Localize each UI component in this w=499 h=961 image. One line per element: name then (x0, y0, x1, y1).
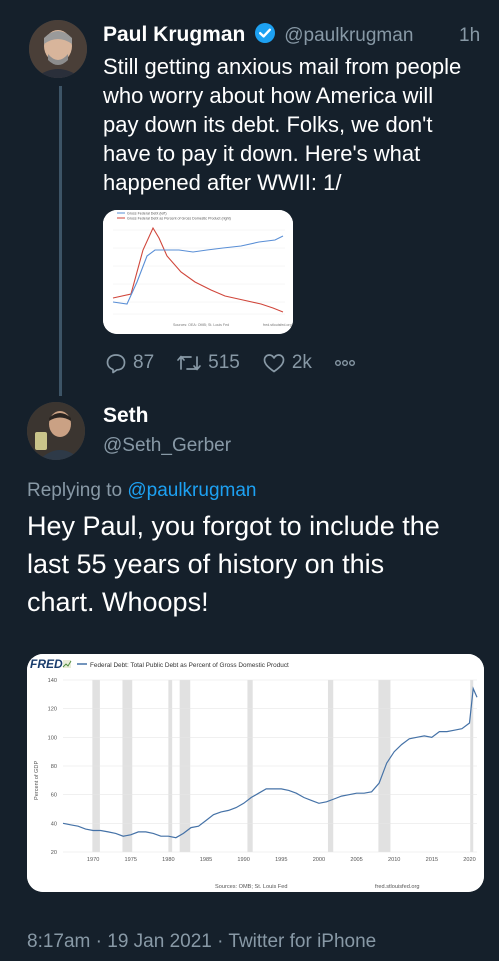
x-tick-label: 2005 (350, 857, 362, 863)
tweet-actions: 87 515 2k (105, 350, 378, 376)
tweet-time[interactable]: 1h (459, 25, 480, 47)
like-count: 2k (291, 352, 312, 373)
x-tick-label: 2015 (426, 857, 438, 863)
x-tick-label: 2000 (313, 857, 325, 863)
y-tick-label: 20 (51, 850, 57, 856)
replying-to-link[interactable]: @paulkrugman (127, 480, 256, 501)
y-tick-label: 140 (48, 678, 57, 684)
svg-text:fred.stlouisfed.org: fred.stlouisfed.org (263, 323, 292, 327)
more-options-button[interactable] (334, 358, 356, 368)
reply-button[interactable]: 87 (105, 352, 154, 374)
replying-to: Replying to @paulkrugman (27, 480, 257, 501)
svg-text:Sources: OEA: OMB; St. Louis F: Sources: OEA: OMB; St. Louis Fed (173, 323, 229, 327)
y-tick-label: 120 (48, 707, 57, 713)
reply-author-handle[interactable]: @Seth_Gerber (103, 435, 231, 457)
y-tick-label: 60 (51, 793, 57, 799)
retweet-icon (177, 355, 201, 371)
y-tick-label: 80 (51, 764, 57, 770)
fred-chart-card[interactable]: FRED Federal Debt: Total Public Debt as … (27, 654, 484, 892)
verified-badge-icon (254, 22, 276, 49)
author-name[interactable]: Paul Krugman (103, 23, 245, 46)
tweet-timestamp[interactable]: 8:17am · 19 Jan 2021 · Twitter for iPhon… (27, 931, 376, 953)
reply-text: Hey Paul, you forgot to include the last… (27, 511, 440, 617)
x-tick-label: 1970 (87, 857, 99, 863)
tweet-text: Still getting anxious mail from people w… (103, 54, 462, 195)
x-tick-label: 1995 (275, 857, 287, 863)
svg-text:Gross Federal Debt (left): Gross Federal Debt (left) (127, 212, 167, 216)
reply-count: 87 (133, 352, 155, 373)
y-tick-label: 40 (51, 821, 57, 827)
reply-author-name[interactable]: Seth (103, 404, 149, 428)
x-tick-label: 1990 (237, 857, 249, 863)
x-tick-label: 2010 (388, 857, 400, 863)
fred-logo-mark (62, 660, 72, 668)
chart-source: Sources: OMB; St. Louis Fed (215, 884, 287, 890)
y-axis-label: Percent of GDP (34, 761, 40, 800)
x-tick-label: 1985 (200, 857, 212, 863)
chart-footer-url: fred.stlouisfed.org (375, 884, 419, 890)
svg-text:Gross Federal Debt as Percent: Gross Federal Debt as Percent of Gross D… (127, 217, 231, 221)
like-button[interactable]: 2k (262, 352, 312, 374)
y-tick-label: 100 (48, 735, 57, 741)
chart-title: Federal Debt: Total Public Debt as Perce… (90, 662, 289, 669)
krugman-avatar[interactable] (29, 20, 87, 78)
fred-logo: FRED (30, 657, 63, 671)
heart-icon (263, 354, 285, 373)
seth-avatar[interactable] (27, 402, 85, 460)
x-tick-label: 2020 (463, 857, 475, 863)
chart-thumbnail[interactable]: Gross Federal Debt (left) Gross Federal … (103, 210, 293, 334)
x-tick-label: 1975 (125, 857, 137, 863)
x-tick-label: 1980 (162, 857, 174, 863)
thumbnail-chart: Gross Federal Debt (left) Gross Federal … (103, 210, 293, 334)
more-icon (334, 360, 355, 366)
thread-line (59, 86, 62, 396)
retweet-button[interactable]: 515 (176, 352, 240, 374)
reply-icon (106, 354, 126, 374)
retweet-count: 515 (208, 352, 240, 373)
fred-chart: FRED Federal Debt: Total Public Debt as … (27, 654, 484, 892)
author-handle[interactable]: @paulkrugman (284, 25, 413, 46)
